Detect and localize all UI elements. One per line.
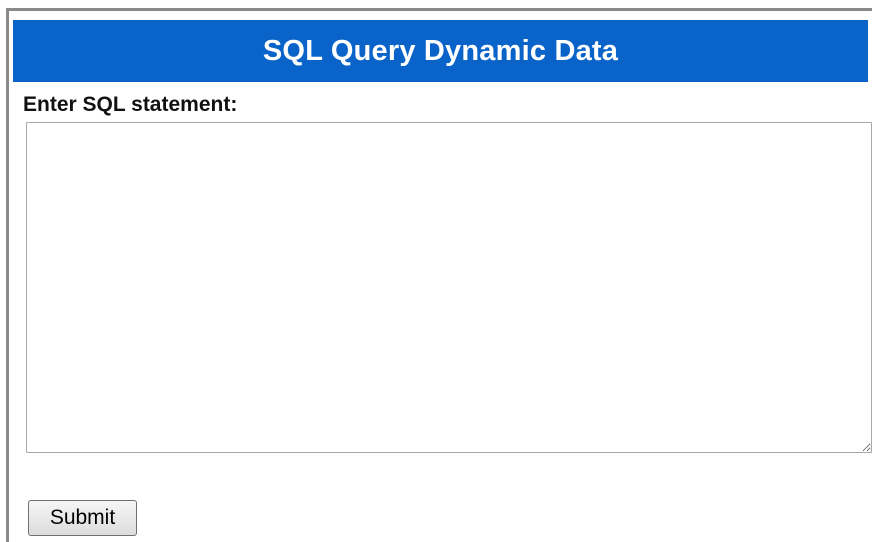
sql-statement-input[interactable] (26, 122, 872, 453)
page-title: SQL Query Dynamic Data (262, 34, 619, 67)
sql-statement-label: Enter SQL statement: (23, 93, 238, 116)
header-bar: SQL Query Dynamic Data (13, 20, 868, 82)
submit-button[interactable]: Submit (28, 500, 137, 536)
query-panel: SQL Query Dynamic Data Enter SQL stateme… (6, 8, 872, 542)
